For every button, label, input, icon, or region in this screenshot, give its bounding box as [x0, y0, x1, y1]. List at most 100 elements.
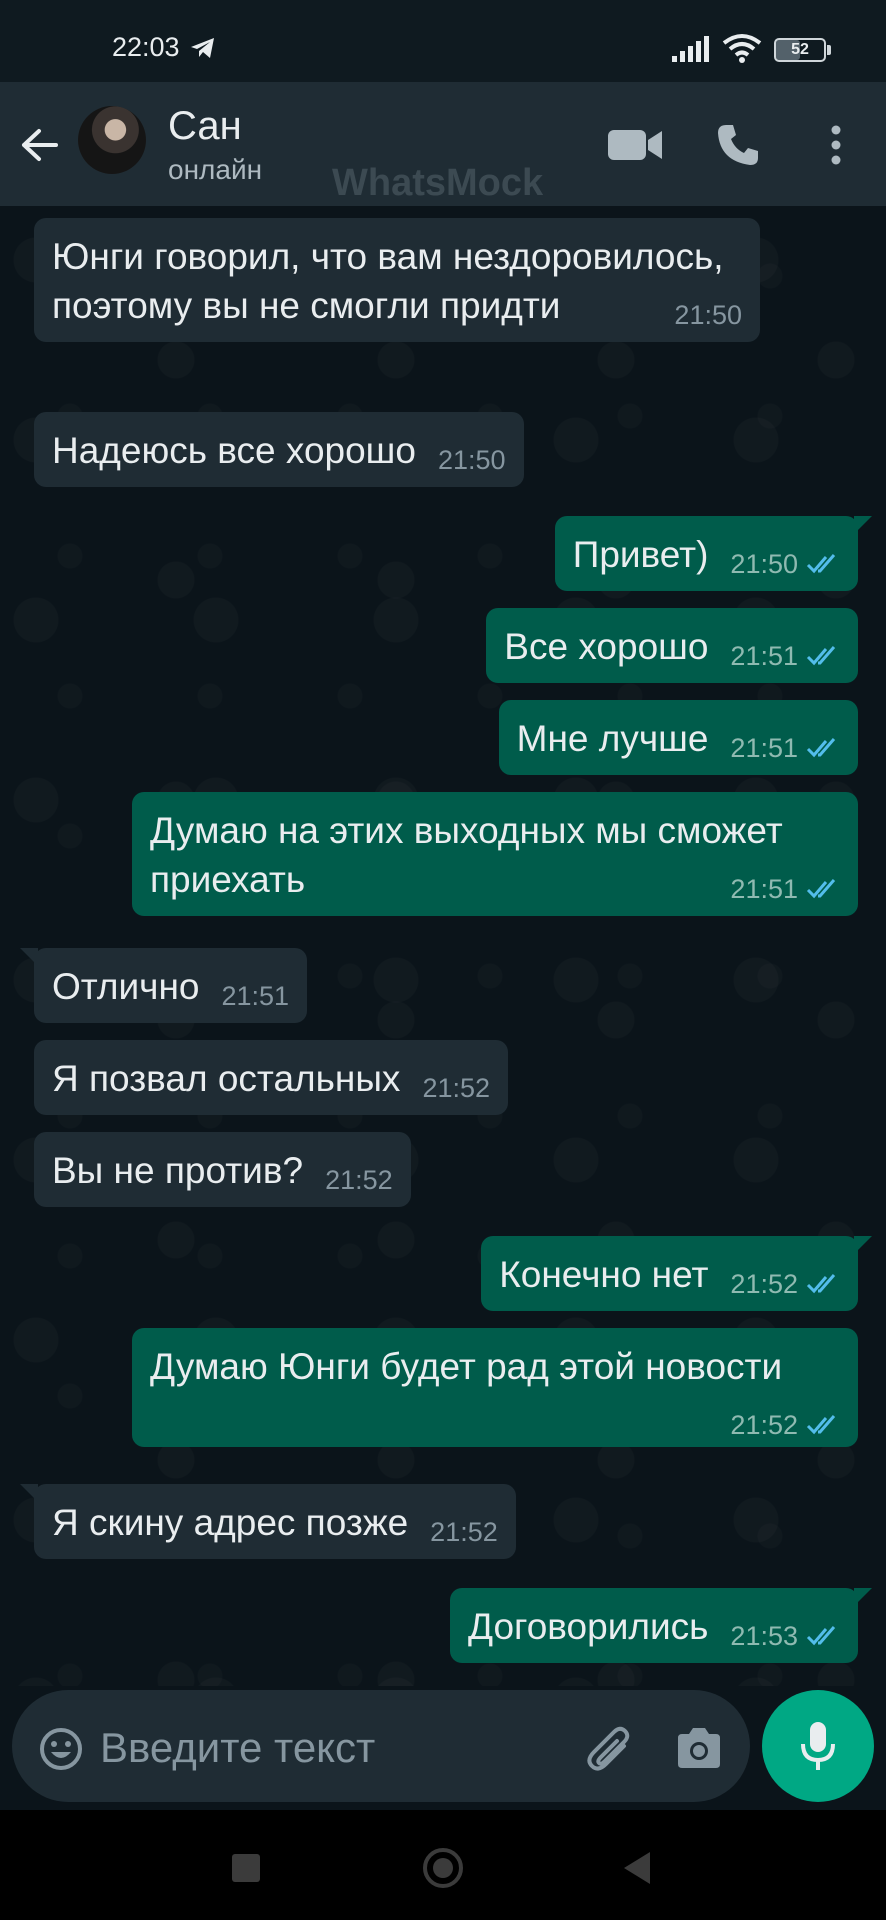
home-button[interactable]: [423, 1848, 463, 1888]
message-incoming[interactable]: Надеюсь все хорошо 21:50: [34, 412, 524, 487]
voice-call-button[interactable]: [710, 118, 766, 172]
signal-icon: [672, 36, 709, 62]
message-time-text: 21:52: [325, 1165, 393, 1195]
message-incoming[interactable]: Отлично 21:51: [34, 948, 308, 1023]
message-time: 21:51: [730, 869, 840, 909]
message-time: 21:52: [730, 1264, 840, 1304]
emoji-icon: [40, 1728, 82, 1770]
message-text: Юнги говорил, что вам нездоровилось, поэ…: [52, 236, 724, 326]
message-time: 21:50: [438, 440, 506, 480]
double-check-icon: [806, 1274, 836, 1294]
paperclip-icon: [587, 1726, 630, 1771]
message-time: 21:51: [221, 976, 289, 1016]
message-time-text: 21:52: [730, 1410, 798, 1440]
message-text: Отлично: [52, 966, 200, 1007]
recents-button[interactable]: [232, 1854, 260, 1882]
message-outgoing[interactable]: Конечно нет 21:52: [481, 1236, 858, 1311]
double-check-icon: [806, 1626, 836, 1646]
message-time-text: 21:52: [730, 1269, 798, 1299]
message-text: Я скину адрес позже: [52, 1502, 409, 1543]
composer-bar: [0, 1686, 886, 1810]
message-text: Думаю на этих выходных мы сможет приехат…: [150, 810, 783, 900]
battery-indicator: 52: [774, 38, 826, 62]
message-incoming[interactable]: Я позвал остальных 21:52: [34, 1040, 509, 1115]
video-call-button[interactable]: [606, 118, 666, 172]
message-time: 21:52: [430, 1512, 498, 1552]
message-outgoing[interactable]: Привет) 21:50: [554, 516, 858, 591]
message-incoming[interactable]: Юнги говорил, что вам нездоровилось, поэ…: [34, 218, 760, 342]
message-time: 21:53: [730, 1616, 840, 1656]
contact-status: онлайн: [168, 154, 263, 185]
battery-tip: [827, 45, 831, 55]
message-text: Мне лучше: [516, 718, 709, 759]
chat-header: Сан онлайн WhatsMock: [0, 82, 886, 206]
message-time: 21:51: [730, 728, 840, 768]
whatsapp-chat-screen: 22:03 52 Сан онлайн WhatsMock Юнги говор…: [0, 0, 886, 1920]
more-vertical-icon: [831, 125, 841, 165]
message-text: Думаю Юнги будет рад этой новости: [150, 1346, 783, 1387]
video-camera-icon: [608, 130, 662, 160]
status-bar: 22:03 52: [0, 0, 886, 82]
more-options-button[interactable]: [816, 118, 856, 172]
message-outgoing[interactable]: Думаю Юнги будет рад этой новости 21:52: [132, 1328, 858, 1447]
message-text: Вы не против?: [52, 1150, 304, 1191]
message-time-text: 21:50: [730, 549, 798, 579]
message-time-text: 21:51: [730, 641, 798, 671]
emoji-button[interactable]: [38, 1726, 84, 1772]
bubble-tail: [20, 1484, 38, 1502]
message-time: 21:52: [325, 1160, 393, 1200]
message-list[interactable]: Юнги говорил, что вам нездоровилось, поэ…: [0, 206, 886, 1686]
message-outgoing[interactable]: Мне лучше 21:51: [498, 700, 858, 775]
message-time: 21:51: [730, 636, 840, 676]
message-text: Все хорошо: [504, 626, 709, 667]
double-check-icon: [806, 1415, 836, 1435]
message-time-text: 21:50: [437, 445, 506, 475]
microphone-icon: [801, 1722, 835, 1770]
message-time-text: 21:51: [221, 981, 290, 1011]
wifi-icon: [722, 34, 762, 63]
contact-name[interactable]: Сан: [168, 104, 242, 149]
system-navigation-bar: [0, 1810, 886, 1920]
message-time-text: 21:50: [674, 300, 742, 330]
message-text: Привет): [572, 534, 709, 575]
contact-avatar[interactable]: [78, 106, 146, 174]
message-time-text: 21:51: [730, 874, 798, 904]
bubble-tail: [854, 516, 872, 534]
message-outgoing[interactable]: Договорились 21:53: [450, 1588, 858, 1663]
battery-level: 52: [791, 41, 809, 58]
message-time-text: 21:52: [422, 1073, 491, 1103]
double-check-icon: [806, 879, 836, 899]
bubble-tail: [854, 1236, 872, 1254]
message-text: Надеюсь все хорошо: [52, 430, 416, 471]
system-back-button[interactable]: [624, 1852, 650, 1884]
camera-button[interactable]: [674, 1726, 726, 1774]
message-input[interactable]: [100, 1720, 560, 1776]
message-text: Конечно нет: [499, 1254, 709, 1295]
message-time: 21:52: [730, 1405, 840, 1445]
message-text: Я позвал остальных: [52, 1058, 401, 1099]
watermark-text: WhatsMock: [332, 162, 544, 204]
attach-button[interactable]: [584, 1724, 636, 1776]
message-incoming[interactable]: Вы не против? 21:52: [34, 1132, 411, 1207]
home-button-dot: [433, 1858, 453, 1878]
message-time: 21:50: [674, 295, 742, 335]
message-time-text: 21:53: [730, 1621, 798, 1651]
double-check-icon: [806, 646, 836, 666]
message-outgoing[interactable]: Все хорошо 21:51: [486, 608, 858, 683]
camera-icon: [678, 1728, 720, 1768]
status-time: 22:03: [112, 32, 180, 62]
message-time-text: 21:52: [430, 1517, 498, 1547]
double-check-icon: [806, 738, 836, 758]
double-check-icon: [806, 554, 836, 574]
message-time-text: 21:51: [730, 733, 798, 763]
telegram-icon: [191, 38, 214, 58]
message-time: 21:52: [422, 1068, 490, 1108]
bubble-tail: [854, 1588, 872, 1606]
microphone-button[interactable]: [762, 1690, 874, 1802]
back-button[interactable]: [16, 122, 62, 168]
bubble-tail: [20, 948, 38, 966]
message-incoming[interactable]: Я скину адрес позже 21:52: [34, 1484, 516, 1559]
message-text: Договорились: [468, 1606, 709, 1647]
message-outgoing[interactable]: Думаю на этих выходных мы сможет приехат…: [132, 792, 858, 916]
message-time: 21:50: [730, 544, 840, 584]
